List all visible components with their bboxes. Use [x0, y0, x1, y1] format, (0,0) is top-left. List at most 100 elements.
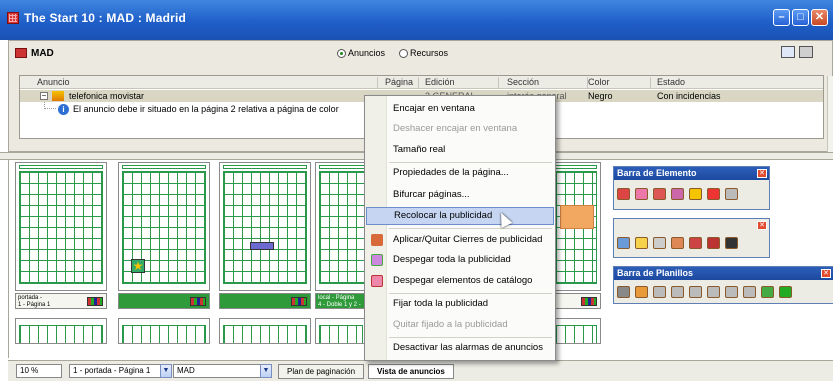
save-icon[interactable]	[617, 286, 630, 298]
window-titlebar: The Start 10 : MAD : Madrid – □ ✕	[0, 0, 833, 40]
tab-plan-paginacion[interactable]: Plan de paginación	[278, 364, 365, 379]
edition-select[interactable]: MAD	[173, 364, 261, 378]
color-chip-icon	[581, 297, 597, 306]
hand-icon[interactable]	[689, 188, 702, 200]
page-thumbnail[interactable]	[15, 162, 107, 291]
radio-anuncios[interactable]: Anuncios	[337, 48, 385, 58]
bulb-icon[interactable]	[635, 237, 648, 249]
page-thumbnail[interactable]	[219, 318, 311, 344]
page-thumbnail[interactable]: ★	[118, 162, 210, 291]
radio-dot-icon[interactable]	[399, 48, 408, 58]
context-menu: Encajar en ventana Deshacer encajar en v…	[364, 95, 556, 361]
chevron-down-icon[interactable]: ▼	[160, 364, 172, 378]
menu-item-encajar[interactable]: Encajar en ventana	[366, 100, 554, 118]
page-icon[interactable]	[689, 237, 702, 249]
page-icon[interactable]	[653, 286, 666, 298]
chevron-down-icon[interactable]: ▼	[260, 364, 272, 378]
page-icon[interactable]	[689, 286, 702, 298]
col-seccion[interactable]: Sección	[507, 77, 539, 87]
page-thumbnail[interactable]	[219, 162, 311, 291]
close-button[interactable]: ✕	[811, 9, 828, 26]
cut-icon[interactable]	[653, 188, 666, 200]
menu-item-cierres[interactable]: Aplicar/Quitar Cierres de publicidad	[366, 231, 554, 249]
gear-icon[interactable]	[635, 286, 648, 298]
minimize-button[interactable]: –	[773, 9, 790, 26]
color-chip-icon	[291, 297, 307, 306]
window-icon[interactable]	[781, 46, 795, 58]
menu-item-quitar-fijado[interactable]: Quitar fijado a la publicidad	[366, 316, 554, 334]
page-icon[interactable]	[725, 286, 738, 298]
page-label[interactable]: local - Página 4 - Doble 1 y 2 -	[315, 293, 367, 309]
incident-message: El anuncio debe ir situado en la página …	[73, 104, 339, 114]
cell-estado: Con incidencias	[657, 91, 721, 101]
cell-anuncio: telefonica movistar	[69, 91, 145, 101]
grid-icon[interactable]	[653, 237, 666, 249]
page-select[interactable]: 1 - portada - Página 1	[69, 364, 161, 378]
menu-item-propiedades[interactable]: Propiedades de la página...	[366, 164, 554, 182]
cell-color: Negro	[588, 91, 613, 101]
toolbar-close-icon[interactable]: ✕	[757, 221, 767, 230]
menu-item-tamano-real[interactable]: Tamaño real	[366, 141, 554, 159]
page-label[interactable]	[118, 293, 210, 309]
edit-icon[interactable]	[617, 188, 630, 200]
page-label[interactable]	[551, 293, 601, 309]
menu-item-desactivar-alarmas[interactable]: Desactivar las alarmas de anuncios	[366, 339, 554, 357]
list-icon[interactable]	[707, 188, 720, 200]
radio-anuncios-label: Anuncios	[348, 48, 386, 58]
lock-edit-icon	[371, 234, 383, 246]
app-icon	[7, 12, 19, 24]
maximize-button[interactable]: □	[792, 9, 809, 26]
ad-block[interactable]	[250, 242, 274, 250]
star-ad-icon[interactable]: ★	[131, 259, 145, 273]
menu-item-deshacer-encajar[interactable]: Deshacer encajar en ventana	[366, 120, 554, 138]
window-title: The Start 10 : MAD : Madrid	[24, 11, 187, 25]
page-thumbnail[interactable]	[551, 162, 601, 291]
page-label[interactable]: portada -1 - Página 1	[15, 293, 107, 309]
ad-block-orange[interactable]	[560, 205, 594, 229]
tab-vista-anuncios[interactable]: Vista de anuncios	[368, 364, 454, 379]
status-bar: 10 % 1 - portada - Página 1 ▼ MAD ▼ Plan…	[8, 360, 833, 381]
pen-icon[interactable]	[671, 237, 684, 249]
menu-item-despegar-toda[interactable]: Despegar toda la publicidad	[366, 251, 554, 269]
menu-item-despegar-catalogo[interactable]: Despegar elementos de catálogo	[366, 272, 554, 290]
col-color[interactable]: Color	[588, 77, 610, 87]
ad-icon	[52, 91, 64, 101]
page-thumbnail[interactable]	[15, 318, 107, 344]
page-icon[interactable]	[743, 286, 756, 298]
collapse-icon[interactable]: −	[40, 92, 48, 100]
info-icon: i	[58, 104, 69, 115]
page-thumbnail[interactable]	[551, 318, 601, 344]
col-anuncio[interactable]: Anuncio	[37, 77, 70, 87]
binoculars-icon[interactable]	[725, 237, 738, 249]
grid-icon	[15, 48, 27, 58]
radio-recursos[interactable]: Recursos	[399, 48, 448, 58]
toolbar-title[interactable]: Barra de Elemento	[614, 167, 769, 180]
col-pagina[interactable]: Página	[385, 77, 413, 87]
lock-icon[interactable]	[725, 188, 738, 200]
toolbar-close-icon[interactable]: ✕	[757, 169, 767, 178]
page-label[interactable]	[219, 293, 311, 309]
menu-item-fijar[interactable]: Fijar toda la publicidad	[366, 295, 554, 313]
page-icon[interactable]	[707, 286, 720, 298]
menu-item-recolocar[interactable]: Recolocar la publicidad	[366, 207, 554, 225]
page-thumbnail[interactable]	[315, 318, 367, 344]
page-thumbnail[interactable]	[118, 318, 210, 344]
toolbar-title[interactable]: Barra de Planillos	[614, 267, 833, 280]
star-icon[interactable]	[635, 188, 648, 200]
zoom-icon[interactable]	[617, 237, 630, 249]
section-label: MAD	[31, 48, 54, 59]
page-icon[interactable]	[671, 286, 684, 298]
edit-icon[interactable]	[761, 286, 774, 298]
col-estado[interactable]: Estado	[657, 77, 685, 87]
zoom-field[interactable]: 10 %	[16, 364, 62, 378]
paint-icon[interactable]	[671, 188, 684, 200]
toolbar-elemento: Barra de Elemento ✕	[613, 166, 770, 210]
check-icon[interactable]	[779, 286, 792, 298]
toolbar-close-icon[interactable]: ✕	[821, 269, 831, 278]
print-icon[interactable]	[799, 46, 813, 58]
menu-item-bifurcar[interactable]: Bifurcar páginas...	[366, 186, 554, 204]
radio-dot-icon[interactable]	[337, 48, 346, 58]
col-edicion[interactable]: Edición	[425, 77, 455, 87]
book-icon[interactable]	[707, 237, 720, 249]
table-header: Anuncio Página Edición Sección Color Est…	[20, 76, 823, 89]
